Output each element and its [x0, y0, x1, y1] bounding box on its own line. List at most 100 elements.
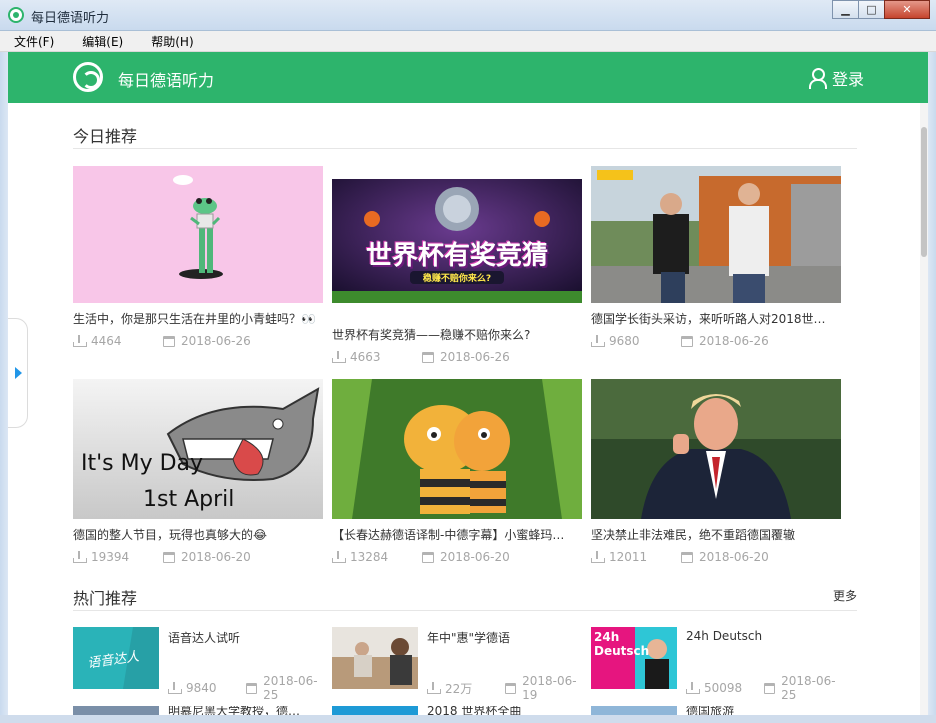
video-meta: 4464 2018-06-26: [73, 334, 251, 348]
video-card[interactable]: 世界杯有奖竞猜 稳赚不赔你来么? 世界杯有奖竞猜——稳赚不赔你来么? 4663 …: [332, 166, 582, 376]
video-title[interactable]: 【长春达赫德语译制-中德字幕】小蜜蜂玛…: [332, 526, 582, 543]
window-frame-right: [928, 52, 936, 723]
video-meta: 13284 2018-06-20: [332, 550, 510, 564]
bee-thumbnail-image: [332, 379, 582, 519]
thumbnail-headline: It's My Day: [81, 451, 204, 476]
hot-list-item[interactable]: 语音达人 语音达人试听 9840 2018-06-25: [73, 627, 323, 702]
video-title[interactable]: 世界杯有奖竞猜——稳赚不赔你来么?: [332, 326, 582, 343]
download-icon: [591, 551, 605, 563]
menu-edit[interactable]: 编辑(E): [76, 32, 129, 51]
download-count: 50098: [704, 681, 743, 695]
maximize-button[interactable]: □: [858, 0, 885, 19]
publish-date: 2018-06-25: [781, 674, 836, 702]
app-name: 每日德语听力: [118, 71, 215, 90]
video-card[interactable]: 德国学长街头采访，来听听路人对2018世… 9680 2018-06-26: [591, 166, 841, 356]
interview-thumbnail-image: [591, 166, 841, 303]
video-meta: 19394 2018-06-20: [73, 550, 251, 564]
hot-title-partial[interactable]: 2018 世界杯全曲: [427, 706, 521, 715]
logo-icon: [73, 62, 103, 92]
hot-title[interactable]: 语音达人试听: [168, 629, 240, 646]
app-icon: [8, 7, 24, 23]
chevron-right-icon: [15, 367, 22, 379]
calendar-icon: [246, 682, 258, 694]
login-label: 登录: [831, 70, 864, 89]
publish-date: 2018-06-19: [522, 674, 577, 702]
download-icon: [73, 335, 87, 347]
video-meta: 12011 2018-06-20: [591, 550, 769, 564]
thumbnail-subline: 稳赚不赔你来么?: [410, 271, 504, 284]
publish-date: 2018-06-26: [181, 334, 251, 348]
hot-meta: 9840 2018-06-25: [168, 674, 323, 702]
close-button[interactable]: ✕: [884, 0, 930, 19]
calendar-icon: [764, 682, 776, 694]
download-icon: [332, 351, 346, 363]
menu-help[interactable]: 帮助(H): [145, 32, 199, 51]
hot-thumbnail[interactable]: 24h Deutsch: [591, 627, 677, 689]
video-thumbnail[interactable]: [332, 379, 582, 519]
app-header: 每日德语听力 登录: [8, 52, 928, 103]
download-icon: [686, 682, 700, 694]
publish-date: 2018-06-26: [440, 350, 510, 364]
hot-thumbnail[interactable]: [332, 627, 418, 689]
hot-title-partial[interactable]: 德国旅游: [686, 706, 734, 715]
minimize-button[interactable]: ▁: [832, 0, 859, 19]
hot-list-item[interactable]: 24h Deutsch 24h Deutsch 50098 2018-06-25: [591, 627, 841, 702]
download-icon: [332, 551, 346, 563]
video-card[interactable]: 生活中，你是那只生活在井里的小青蛙吗？👀 4464 2018-06-26: [73, 166, 323, 356]
publish-date: 2018-06-20: [181, 550, 251, 564]
publish-date: 2018-06-26: [699, 334, 769, 348]
download-count: 9840: [186, 681, 217, 695]
hot-thumbnail-partial[interactable]: [591, 706, 677, 715]
publish-date: 2018-06-20: [440, 550, 510, 564]
video-thumbnail[interactable]: It's My Day 1st April: [73, 379, 323, 519]
hot-title-partial[interactable]: 明慕尼黑大学教授，德…: [168, 706, 300, 715]
hot-list-item[interactable]: 年中"惠"学德语 22万 2018-06-19: [332, 627, 582, 702]
window-title: 每日德语听力: [31, 11, 110, 26]
video-card[interactable]: 【长春达赫德语译制-中德字幕】小蜜蜂玛… 13284 2018-06-20: [332, 379, 582, 569]
download-count: 4663: [350, 350, 381, 364]
hot-title[interactable]: 24h Deutsch: [686, 629, 762, 643]
hot-thumbnail[interactable]: 语音达人: [73, 627, 159, 689]
video-title[interactable]: 德国学长街头采访，来听听路人对2018世…: [591, 310, 841, 327]
calendar-icon: [163, 335, 175, 347]
scrollbar-thumb[interactable]: [921, 127, 927, 257]
politician-thumbnail-image: [591, 379, 841, 519]
download-icon: [73, 551, 87, 563]
menu-file[interactable]: 文件(F): [8, 32, 60, 51]
calendar-icon: [163, 551, 175, 563]
video-card[interactable]: It's My Day 1st April 德国的整人节目，玩得也真够大的😂 1…: [73, 379, 323, 569]
download-count: 19394: [91, 550, 130, 564]
video-card[interactable]: 坚决禁止非法难民，绝不重蹈德国覆辙 12011 2018-06-20: [591, 379, 841, 569]
hot-title[interactable]: 年中"惠"学德语: [427, 629, 510, 646]
video-thumbnail[interactable]: [73, 166, 323, 303]
hot-meta: 50098 2018-06-25: [686, 674, 841, 702]
login-button[interactable]: 登录: [808, 66, 864, 90]
thumbnail-subline: 1st April: [143, 487, 235, 512]
video-title[interactable]: 生活中，你是那只生活在井里的小青蛙吗？👀: [73, 310, 323, 327]
download-count: 22万: [445, 681, 473, 696]
publish-date: 2018-06-25: [263, 674, 318, 702]
download-count: 13284: [350, 550, 389, 564]
calendar-icon: [505, 682, 517, 694]
download-count: 9680: [609, 334, 640, 348]
calendar-icon: [422, 351, 434, 363]
section-title-hot: 热门推荐: [73, 589, 138, 608]
user-icon: [808, 68, 827, 89]
hot-thumbnail-partial[interactable]: [73, 706, 159, 715]
hot-section-header: 热门推荐 更多: [73, 585, 857, 611]
download-count: 4464: [91, 334, 122, 348]
section-title-today: 今日推荐: [73, 127, 138, 146]
menu-bar: 文件(F) 编辑(E) 帮助(H): [0, 31, 936, 52]
more-link[interactable]: 更多: [833, 587, 857, 604]
main-content[interactable]: 今日推荐 生活中，你是那只生活在井里的小青蛙吗？👀 4464 2018-06-2…: [8, 103, 920, 715]
video-thumbnail[interactable]: 世界杯有奖竞猜 稳赚不赔你来么?: [332, 179, 582, 303]
vertical-scrollbar[interactable]: [920, 103, 928, 715]
video-thumbnail[interactable]: [591, 166, 841, 303]
study-thumbnail-image: [332, 627, 418, 689]
window-controls: ▁ □ ✕: [832, 0, 930, 19]
video-title[interactable]: 德国的整人节目，玩得也真够大的😂: [73, 526, 323, 543]
sidebar-toggle[interactable]: [8, 318, 28, 428]
video-title[interactable]: 坚决禁止非法难民，绝不重蹈德国覆辙: [591, 526, 841, 543]
video-thumbnail[interactable]: [591, 379, 841, 519]
hot-thumbnail-partial[interactable]: [332, 706, 418, 715]
